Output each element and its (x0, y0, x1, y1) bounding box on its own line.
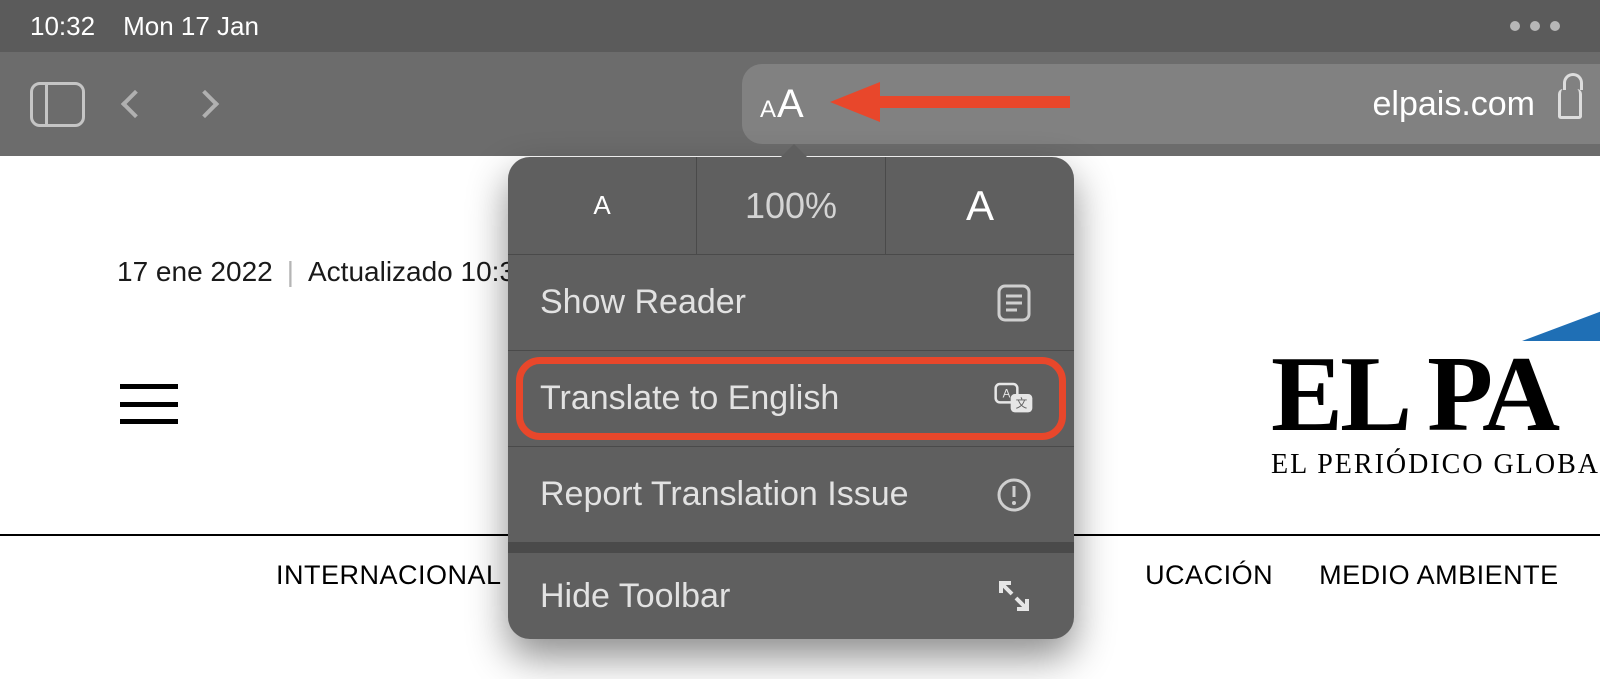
url-domain: elpais.com (1372, 85, 1535, 124)
browser-toolbar: A A elpais.com (0, 52, 1600, 156)
aa-small-icon: A (760, 96, 776, 124)
logo-subtitle: EL PERIÓDICO GLOBA (1271, 449, 1600, 481)
translate-item[interactable]: Translate to English A 文 (508, 351, 1074, 447)
translate-icon: A 文 (994, 379, 1034, 419)
hamburger-menu-icon[interactable] (120, 384, 178, 424)
nav-item[interactable]: MEDIO AMBIENTE (1319, 560, 1559, 591)
reader-popover: A 100% A Show Reader Translate to Englis… (508, 157, 1074, 639)
logo-main-text: EL PA (1271, 346, 1600, 443)
report-translation-label: Report Translation Issue (540, 475, 909, 514)
status-bar: 10:32 Mon 17 Jan (0, 0, 1600, 52)
alert-icon (994, 475, 1034, 515)
zoom-out-label: A (593, 190, 610, 221)
show-reader-label: Show Reader (540, 283, 746, 322)
lock-icon (1558, 89, 1582, 119)
zoom-out-button[interactable]: A (508, 157, 697, 254)
reader-icon (994, 283, 1034, 323)
show-reader-item[interactable]: Show Reader (508, 255, 1074, 351)
page-updated: Actualizado 10:30 (308, 256, 531, 288)
sidebar-toggle-icon[interactable] (30, 82, 85, 127)
hide-toolbar-item[interactable]: Hide Toolbar (508, 543, 1074, 639)
zoom-in-label: A (966, 182, 994, 230)
page-date: 17 ene 2022 (117, 256, 273, 288)
nav-item[interactable]: INTERNACIONAL (276, 560, 502, 591)
translate-label: Translate to English (540, 379, 839, 418)
zoom-in-button[interactable]: A (886, 157, 1074, 254)
status-time: 10:32 (30, 11, 95, 42)
nav-item[interactable]: UCACIÓN (1145, 560, 1273, 591)
svg-text:文: 文 (1016, 396, 1028, 410)
status-date: Mon 17 Jan (123, 11, 259, 42)
meta-separator: | (287, 256, 294, 288)
zoom-row: A 100% A (508, 157, 1074, 255)
reader-aa-button[interactable]: A A (760, 82, 804, 127)
zoom-level[interactable]: 100% (697, 157, 886, 254)
zoom-percent-label: 100% (745, 185, 837, 227)
back-button[interactable] (121, 90, 149, 118)
hide-toolbar-label: Hide Toolbar (540, 577, 730, 616)
forward-button[interactable] (191, 90, 219, 118)
logo-accent-icon (1522, 311, 1600, 341)
expand-icon (994, 576, 1034, 616)
url-bar[interactable]: A A elpais.com (742, 64, 1600, 144)
report-translation-item[interactable]: Report Translation Issue (508, 447, 1074, 543)
svg-text:A: A (1003, 387, 1011, 400)
multitasking-dots-icon[interactable] (1510, 21, 1560, 31)
site-logo[interactable]: EL PA EL PERIÓDICO GLOBA (1271, 346, 1600, 481)
aa-big-icon: A (777, 82, 804, 127)
